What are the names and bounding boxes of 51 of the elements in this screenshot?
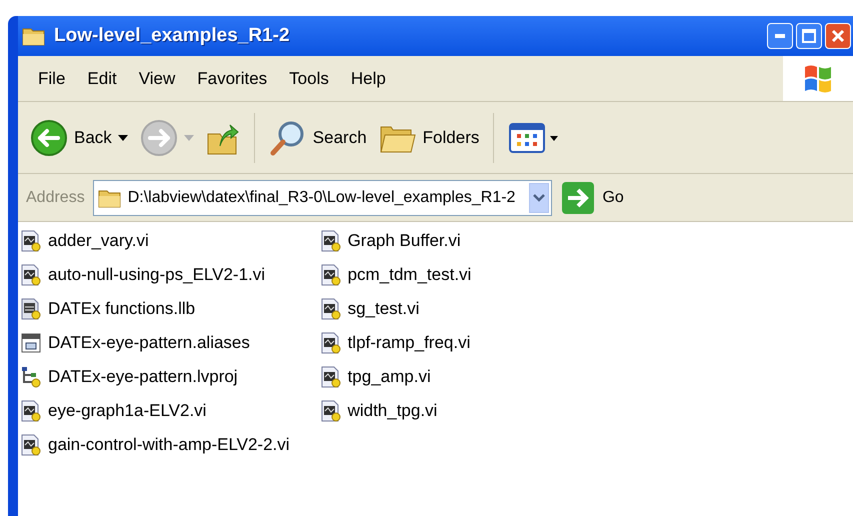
file-name[interactable]: tlpf-ramp_freq.vi <box>348 330 470 356</box>
menu-item[interactable]: View <box>128 66 186 92</box>
vi-file-icon <box>320 366 342 388</box>
file-name[interactable]: DATEx functions.llb <box>48 296 196 322</box>
file-name[interactable]: eye-graph1a-ELV2.vi <box>48 398 206 424</box>
vi-file-icon <box>320 298 342 320</box>
file-name[interactable]: width_tpg.vi <box>348 398 438 424</box>
address-label: Address <box>26 188 85 208</box>
maximize-icon <box>802 29 816 43</box>
chevron-down-icon <box>533 194 546 202</box>
dropdown-button[interactable] <box>529 182 550 212</box>
menu-item[interactable]: Edit <box>77 66 127 92</box>
menu-item[interactable]: File <box>28 66 76 92</box>
search-button[interactable]: Search <box>262 112 373 162</box>
window-title: Low-level_examples_R1-2 <box>54 24 290 48</box>
vi-file-icon <box>320 400 342 422</box>
llb-file-icon <box>20 298 42 320</box>
file-name[interactable]: sg_test.vi <box>348 296 420 322</box>
menu-item[interactable]: Tools <box>279 66 339 92</box>
vi-file-icon <box>320 332 342 354</box>
minimize-icon <box>775 34 785 38</box>
file-name[interactable]: adder_vary.vi <box>48 228 149 254</box>
vi-file-icon <box>20 230 42 252</box>
maximize-button[interactable] <box>796 23 822 49</box>
menu-item[interactable]: Favorites <box>187 66 278 92</box>
vi-file-icon <box>20 434 42 456</box>
back-button[interactable]: Back <box>24 112 134 162</box>
file-name[interactable]: Graph Buffer.vi <box>348 228 461 254</box>
windows-flag-icon <box>803 62 833 94</box>
folder-icon <box>22 26 46 46</box>
dropdown-arrow-icon <box>184 134 194 140</box>
dropdown-arrow-icon <box>118 134 128 140</box>
vi-file-icon <box>320 230 342 252</box>
go-button[interactable]: Go <box>562 182 624 214</box>
menu-item[interactable]: Help <box>340 66 396 92</box>
file-name[interactable]: gain-control-with-amp-ELV2-2.vi <box>48 432 290 458</box>
project-file-icon <box>20 366 42 388</box>
file-name[interactable]: DATEx-eye-pattern.lvproj <box>48 364 238 390</box>
minimize-button[interactable] <box>767 23 793 49</box>
folder-icon <box>98 188 122 208</box>
file-name[interactable]: DATEx-eye-pattern.aliases <box>48 330 250 356</box>
file-name[interactable]: auto-null-using-ps_ELV2-1.vi <box>48 262 266 288</box>
close-button[interactable] <box>825 23 851 49</box>
file-name[interactable]: tpg_amp.vi <box>348 364 431 390</box>
vi-file-icon <box>20 264 42 286</box>
vi-file-icon <box>320 264 342 286</box>
address-field[interactable]: D:\labview\datex\final_R3-0\Low-level_examples_R1-2 <box>92 180 552 216</box>
folders-button[interactable]: Folders <box>372 112 494 162</box>
close-icon <box>831 29 845 43</box>
vi-file-icon <box>20 400 42 422</box>
file-name[interactable]: pcm_tdm_test.vi <box>348 262 472 288</box>
